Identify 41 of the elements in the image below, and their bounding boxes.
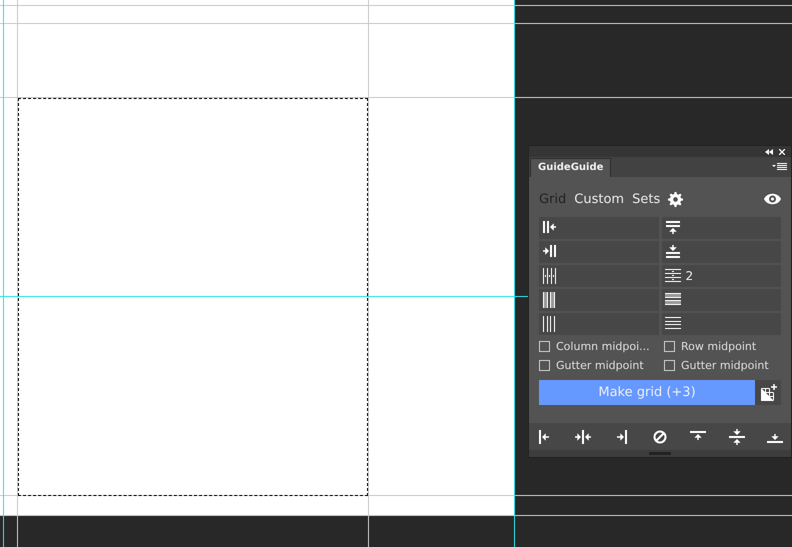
close-icon[interactable] — [779, 148, 785, 154]
input-field[interactable] — [539, 217, 658, 239]
visibility-icon[interactable] — [764, 193, 781, 205]
input-field[interactable] — [662, 289, 781, 311]
grid-add-icon — [760, 384, 776, 401]
checkbox-label: Column midpoi... — [556, 340, 650, 353]
checkbox-label: Gutter midpoint — [556, 359, 644, 372]
grid-button[interactable] — [755, 380, 781, 405]
rows-icon — [664, 268, 680, 284]
panel-tab[interactable]: GuideGuide — [530, 158, 612, 177]
tab[interactable]: Custom — [574, 192, 624, 206]
input-field[interactable]: 2 — [662, 265, 781, 287]
input-field[interactable] — [662, 313, 781, 335]
column-gutter-icon — [542, 316, 558, 332]
menu-icon[interactable] — [772, 163, 787, 171]
margin-top-icon — [664, 220, 680, 236]
checkbox-label: Row midpoint — [681, 340, 756, 353]
collapse-icon[interactable] — [765, 148, 773, 154]
input-field[interactable] — [539, 265, 658, 287]
checkbox[interactable] — [664, 341, 675, 352]
row-height-icon — [664, 292, 680, 308]
margin-bottom-icon — [664, 244, 680, 260]
tab[interactable]: Sets — [632, 192, 660, 206]
checkbox[interactable] — [539, 341, 550, 352]
clear-icon[interactable] — [652, 428, 668, 444]
row-gutter-icon — [664, 316, 680, 332]
input-field[interactable] — [539, 313, 658, 335]
margin-right-icon — [542, 244, 558, 260]
checkbox[interactable] — [664, 360, 675, 371]
input-field[interactable] — [539, 289, 658, 311]
guide-middle-icon[interactable] — [728, 428, 745, 444]
column-width-icon — [542, 292, 558, 308]
checkbox-label: Gutter midpoint — [681, 359, 769, 372]
margin-left-icon — [542, 220, 558, 236]
input-field[interactable] — [662, 217, 781, 239]
settings-icon[interactable] — [668, 192, 684, 206]
input-field[interactable] — [662, 241, 781, 263]
columns-icon — [542, 268, 558, 284]
guide-center-icon[interactable] — [575, 428, 592, 444]
input-field[interactable] — [539, 241, 658, 263]
checkbox[interactable] — [539, 360, 550, 371]
